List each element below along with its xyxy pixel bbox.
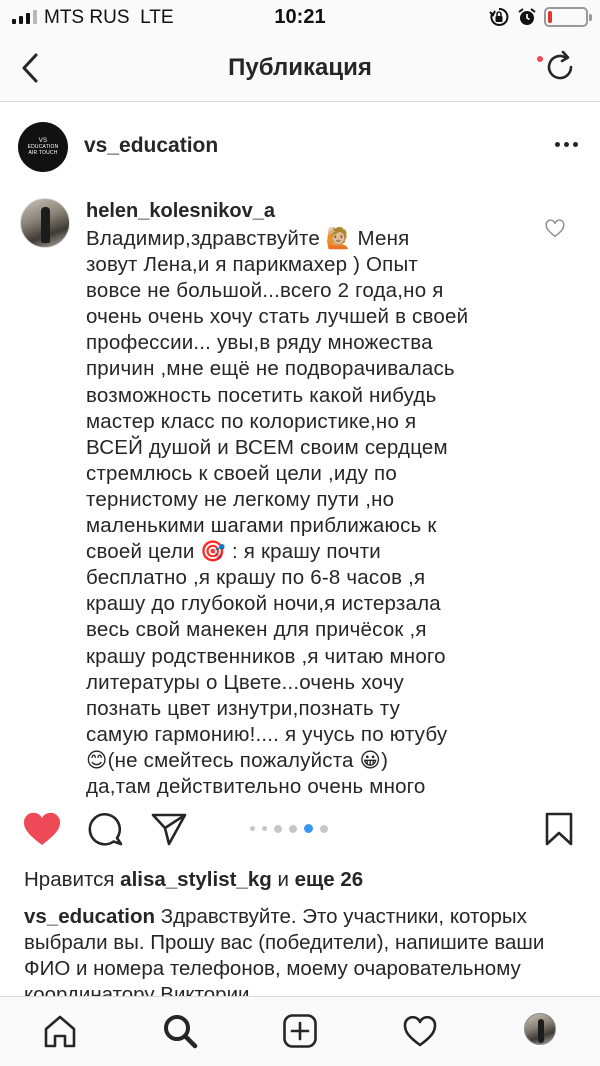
alarm-icon — [518, 8, 536, 25]
post-caption: vs_education Здравствуйте. Это участники… — [24, 904, 572, 996]
comment-text: Владимир,здравствуйте 🙋🏼 Меня зовут Лена… — [86, 227, 469, 798]
caption-username[interactable]: vs_education — [24, 905, 155, 928]
comment-like-heart-icon[interactable] — [544, 218, 566, 240]
post-header: VS EDUCATION AIR TOUCH vs_education — [0, 102, 600, 188]
post-author-avatar[interactable]: VS EDUCATION AIR TOUCH — [18, 122, 68, 172]
likes-prefix: Нравится — [24, 868, 115, 891]
home-icon[interactable] — [42, 1013, 78, 1049]
orientation-lock-icon — [489, 7, 509, 26]
battery-level — [548, 11, 552, 23]
carousel-dot — [320, 824, 328, 833]
liked-by-username[interactable]: alisa_stylist_kg — [120, 868, 272, 891]
search-icon[interactable] — [162, 1013, 198, 1049]
carousel-dot — [262, 826, 267, 831]
navigation-bar: Публикация — [0, 34, 600, 102]
comment-icon[interactable] — [88, 811, 124, 847]
carousel-dot — [289, 824, 297, 833]
carousel-dot — [274, 824, 282, 833]
heart-icon[interactable] — [22, 810, 62, 848]
share-icon[interactable] — [150, 811, 188, 847]
notification-dot — [537, 56, 543, 62]
profile-avatar[interactable] — [524, 1013, 556, 1045]
likes-summary: Нравится alisa_stylist_kg и еще 26 — [24, 868, 363, 892]
new-post-icon[interactable] — [282, 1013, 318, 1049]
post-author-username[interactable]: vs_education — [84, 134, 218, 158]
likes-connector: и — [277, 868, 289, 891]
carousel-indicator — [250, 824, 328, 833]
commenter-avatar[interactable] — [20, 198, 70, 248]
carousel-dot — [250, 826, 255, 831]
battery-icon — [544, 7, 592, 27]
bottom-tab-bar — [0, 996, 600, 1066]
page-title: Публикация — [228, 54, 372, 81]
activity-icon[interactable] — [402, 1013, 438, 1049]
commenter-username[interactable]: helen_kolesnikov_a — [86, 200, 275, 223]
carousel-dot — [304, 824, 313, 833]
status-indicators — [488, 6, 592, 28]
status-bar: MTS RUS LTE 10:21 — [0, 0, 600, 34]
avatar-logo-text: AIR TOUCH — [28, 150, 58, 156]
refresh-icon[interactable] — [542, 49, 578, 85]
more-options-icon[interactable] — [555, 142, 578, 147]
likes-others-count[interactable]: еще 26 — [295, 868, 364, 891]
post-actions — [0, 808, 600, 852]
bookmark-icon[interactable] — [544, 811, 574, 847]
